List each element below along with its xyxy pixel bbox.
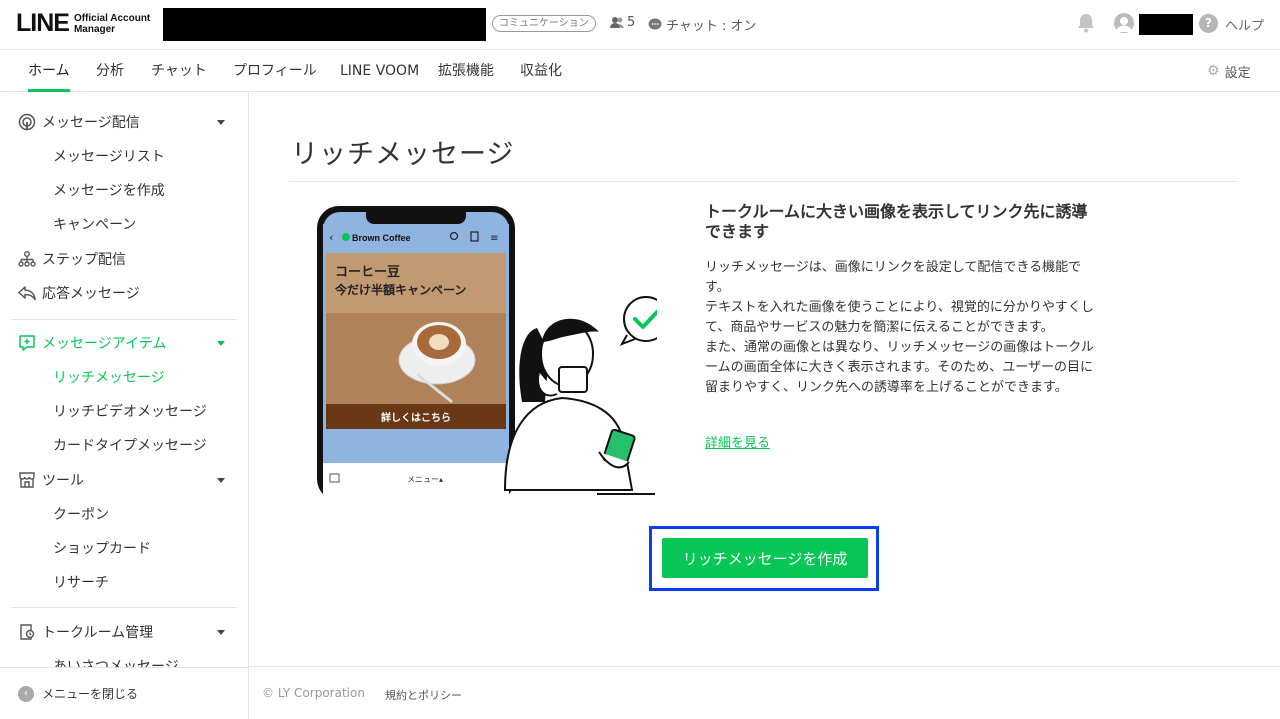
promo-line2: 今だけ半額キャンペーン [334,282,466,297]
back-chevron-icon: ‹ [329,231,333,244]
promo-line1: コーヒー豆 [335,265,400,280]
sidebar-label: ショップカード [53,541,151,557]
sidebar-divider [11,319,237,320]
sidebar-item-message-list[interactable]: メッセージリスト [0,139,248,173]
title-divider [289,181,1238,182]
page-title: リッチメッセージ [291,139,515,170]
user-avatar[interactable] [1114,13,1134,33]
sidebar-label: 応答メッセージ [42,286,140,302]
tab-chat[interactable]: チャット [151,50,207,91]
rich-message-illustration: ‹ Brown Coffee ≡ コーヒー豆 今だけ半額キャンペーン 詳しくはこ… [317,202,669,501]
broadcast-icon [18,113,36,131]
step-icon [18,250,36,268]
chevron-down-icon [217,119,225,125]
close-menu-button[interactable]: ‹ メニューを閉じる [0,667,248,719]
create-rich-message-button[interactable]: リッチメッセージを作成 [662,538,868,578]
phone-menu-icon: ≡ [490,233,498,244]
friend-count-value: 5 [627,15,636,30]
sidebar-item-message-delivery[interactable]: メッセージ配信 [0,105,248,139]
copyright-text: © LY Corporation [262,686,365,700]
friends-icon [610,17,624,28]
verified-badge-icon [342,233,350,241]
reply-icon [18,284,36,302]
chevron-down-icon [217,477,225,483]
notification-bell-icon[interactable] [1077,13,1095,37]
line-oam-logo[interactable]: LINE Official Account Manager [16,9,150,38]
chat-status[interactable]: チャット : オン [648,15,757,34]
gear-icon: ⚙ [1207,63,1220,79]
sidebar-item-coupon[interactable]: クーポン [0,497,248,531]
chevron-left-icon: ‹ [18,686,34,702]
close-menu-label: メニューを閉じる [42,687,139,701]
phone-chat-name: Brown Coffee [352,233,411,243]
sidebar-label: メッセージ配信 [42,115,140,131]
sidebar-label: メッセージを作成 [53,183,165,199]
settings-label: 設定 [1224,65,1251,81]
sidebar-label: メッセージアイテム [42,336,167,352]
message-item-icon [18,334,36,352]
logo-line-text: LINE [16,9,70,37]
tab-profile[interactable]: プロフィール [233,50,317,91]
description-body: リッチメッセージは、画像にリンクを設定して配信できる機能です。 テキストを入れた… [705,260,1094,395]
sidebar-label: キャンペーン [53,217,137,233]
sidebar-divider [11,607,237,608]
logo-sub-line1: Official Account [73,12,151,24]
sidebar-item-card-type-message[interactable]: カードタイプメッセージ [0,428,248,462]
logo-sub-line2: Manager [73,23,116,35]
sidebar-item-campaign[interactable]: キャンペーン [0,207,248,241]
user-name-redacted[interactable] [1139,14,1193,35]
sidebar-item-auto-reply[interactable]: 応答メッセージ [0,276,248,310]
page-footer: © LY Corporation 規約とポリシー [249,666,1280,719]
description-title: トークルームに大きい画像を表示してリンク先に誘導できます [705,202,1088,241]
logo-subtitle: Official Account Manager [74,13,150,35]
sidebar-item-shop-card[interactable]: ショップカード [0,531,248,565]
main-content: リッチメッセージ ‹ Brown Coffee ≡ コーヒー豆 今だけ半額キャン… [249,92,1280,666]
phone-menu-label: メニュー▴ [407,475,443,484]
talkroom-icon [18,623,36,641]
chevron-down-icon [217,340,225,346]
sidebar-label: カードタイプメッセージ [53,438,207,454]
help-link[interactable]: ヘルプ [1225,15,1264,34]
chevron-down-icon [217,629,225,635]
promo-button-label: 詳しくはこちら [381,411,451,424]
sidebar-label: リッチメッセージ [53,370,165,386]
sidebar-item-tools[interactable]: ツール [0,463,248,497]
sidebar-item-research[interactable]: リサーチ [0,565,248,599]
tab-monetization[interactable]: 収益化 [520,50,562,91]
sidebar-label: リッチビデオメッセージ [53,404,207,420]
tab-line-voom[interactable]: LINE VOOM [340,50,419,91]
sidebar-label: クーポン [53,507,109,523]
store-icon [18,471,36,489]
chat-bubble-icon [648,18,662,30]
person-cup [558,366,588,393]
learn-more-link[interactable]: 詳細を見る [705,432,770,451]
top-header: LINE Official Account Manager コミュニケーション … [0,0,1280,50]
plan-badge: コミュニケーション [492,15,596,32]
chat-status-label: チャット : オン [666,19,757,34]
sidebar-item-rich-video-message[interactable]: リッチビデオメッセージ [0,394,248,428]
sidebar-label: ツール [42,473,84,489]
sidebar-item-talkroom-management[interactable]: トークルーム管理 [0,615,248,649]
person-illustration [503,318,655,495]
main-nav-tabs: ホーム 分析 チャット プロフィール LINE VOOM 拡張機能 収益化 ⚙ … [0,50,1280,92]
sidebar-label: リサーチ [53,575,109,591]
tab-extensions[interactable]: 拡張機能 [438,50,494,91]
sidebar-item-rich-message[interactable]: リッチメッセージ [0,360,248,394]
sidebar-item-create-message[interactable]: メッセージを作成 [0,173,248,207]
sidebar-item-message-items[interactable]: メッセージアイテム [0,326,248,360]
terms-link[interactable]: 規約とポリシー [385,687,462,703]
sidebar-label: ステップ配信 [42,252,126,268]
tab-analytics[interactable]: 分析 [96,50,124,91]
tab-home[interactable]: ホーム [28,50,70,92]
sidebar-label: トークルーム管理 [42,625,154,641]
sidebar: メッセージ配信 メッセージリスト メッセージを作成 キャンペーン ステップ配信 … [0,92,249,719]
friend-count[interactable]: 5 [610,15,635,30]
help-icon[interactable]: ? [1199,14,1218,33]
check-bubble-icon [619,296,669,346]
phone-notch [366,206,466,224]
sidebar-label: メッセージリスト [53,149,165,165]
sidebar-item-step-delivery[interactable]: ステップ配信 [0,242,248,276]
account-name-redacted[interactable] [163,8,486,41]
settings-link[interactable]: ⚙ 設定 [1207,50,1251,92]
